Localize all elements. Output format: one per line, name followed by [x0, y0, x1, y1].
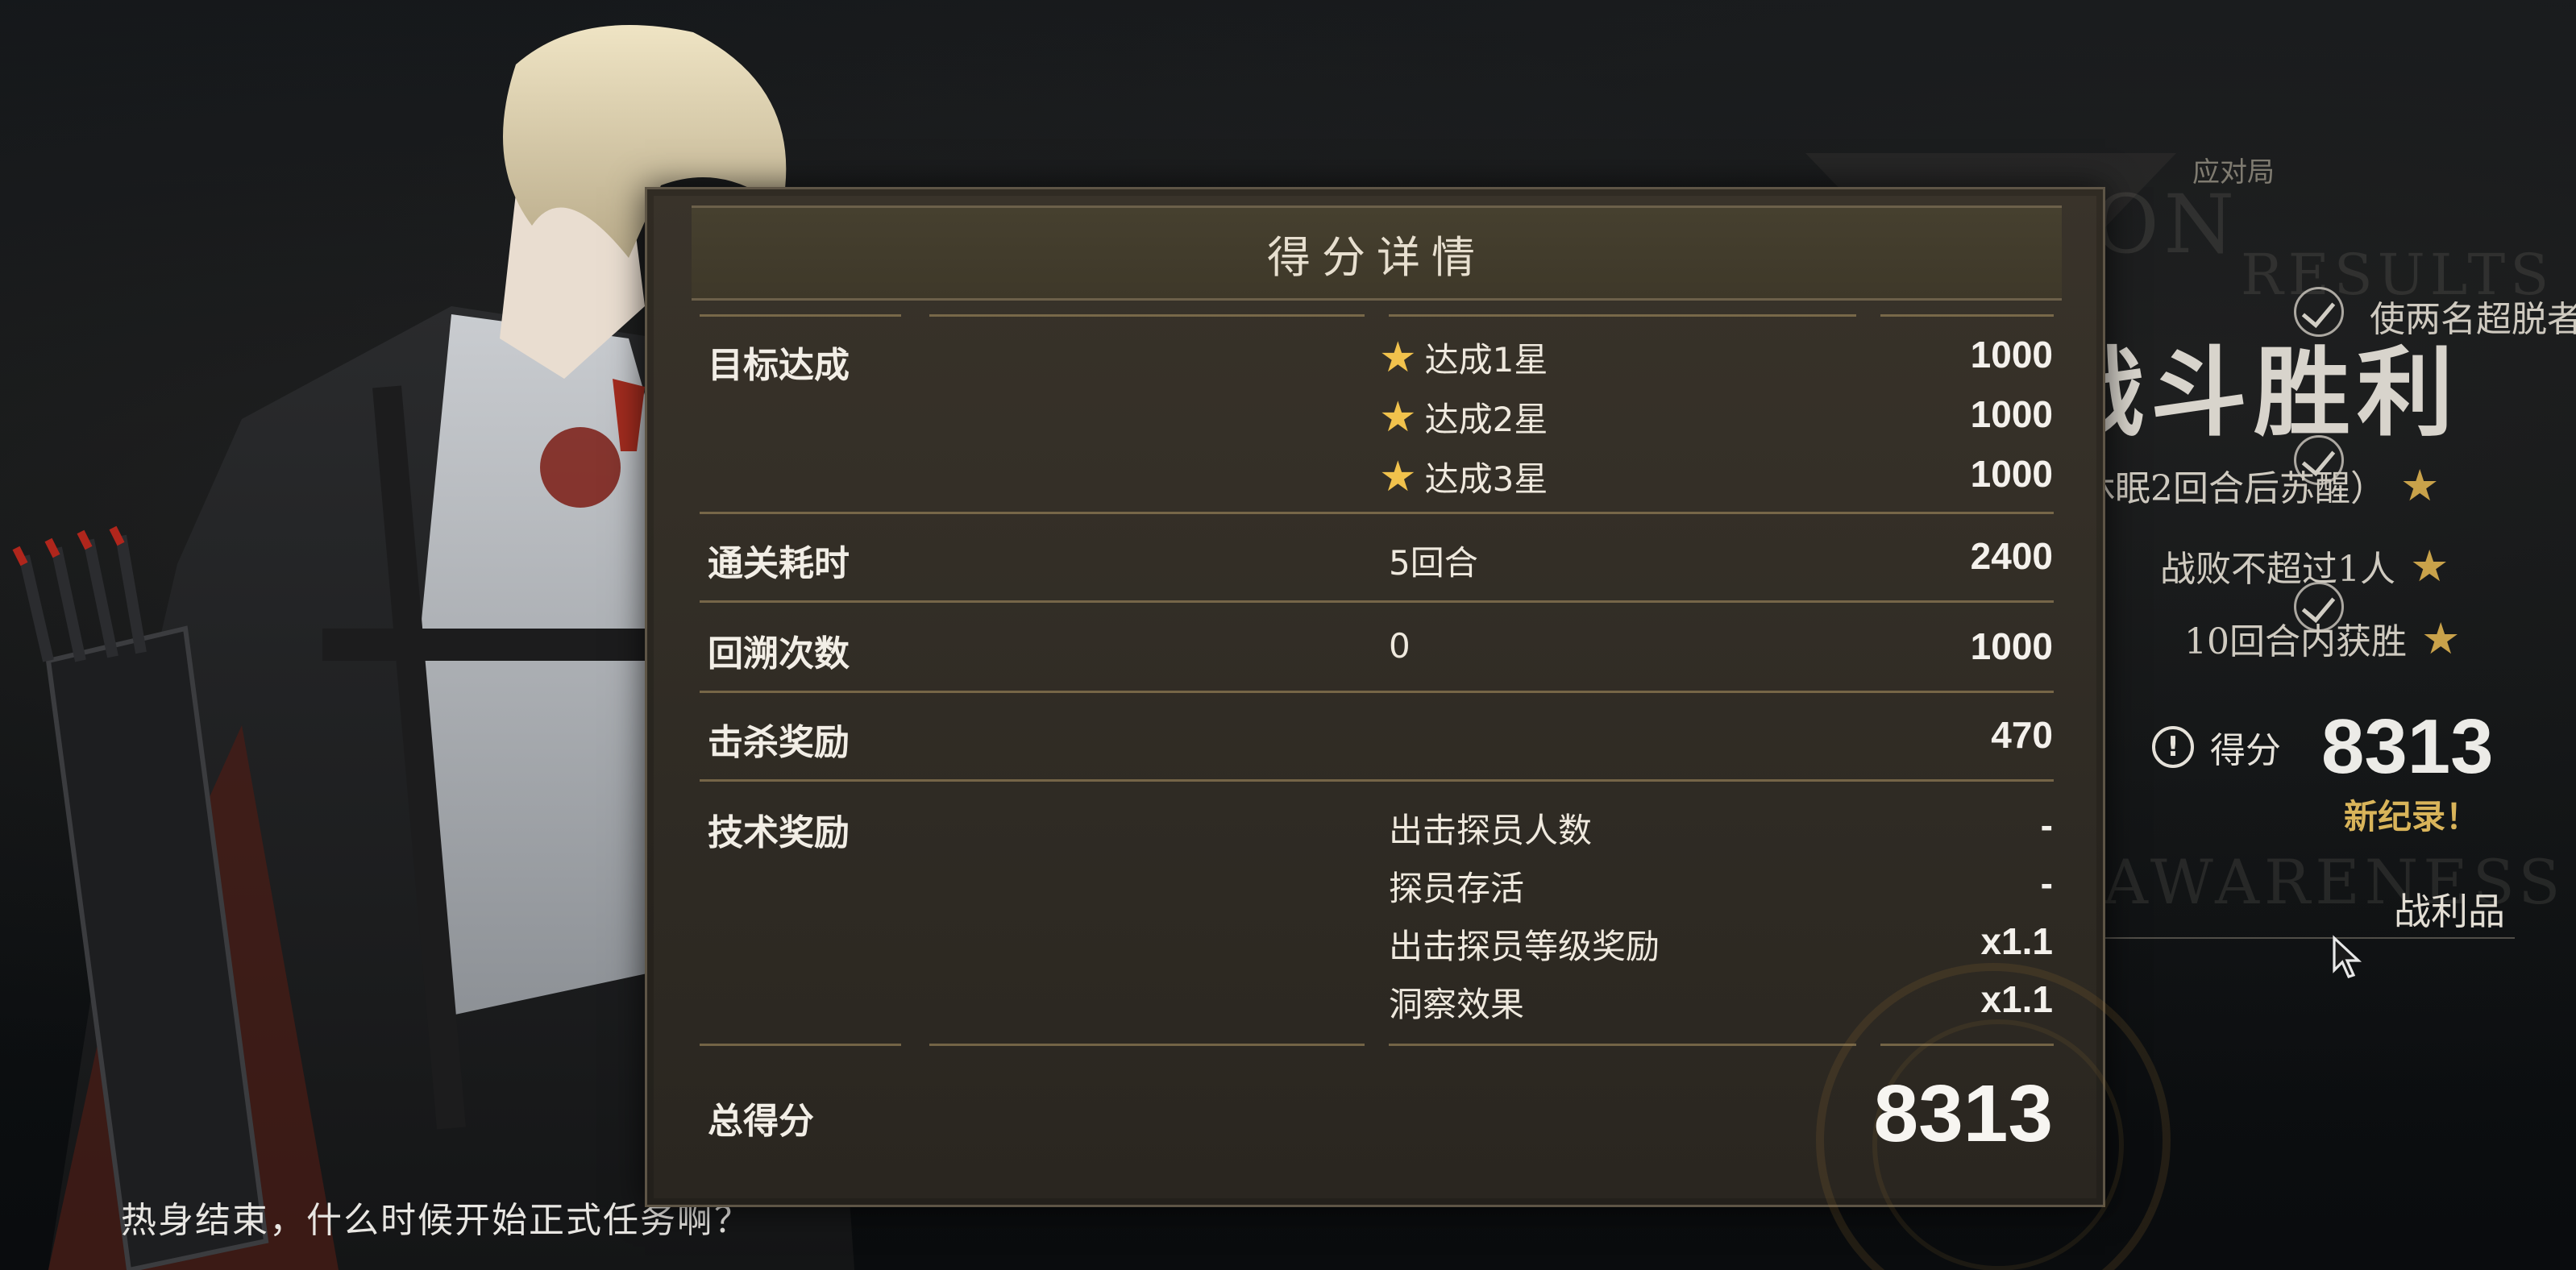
loot-divider — [2096, 937, 2515, 939]
row-item-text: 达成1星 — [1424, 340, 1548, 380]
objective-star-1: ★ 达成1星 — [1379, 333, 1548, 382]
score-value: 8313 — [2321, 703, 2494, 790]
row-label-kill-bonus: 击杀奖励 — [708, 722, 850, 763]
divider — [929, 314, 1365, 317]
star-icon: ★ — [2421, 612, 2461, 664]
row-item-text: 达成3星 — [1424, 459, 1548, 499]
row-item-text: 洞察效果 — [1389, 985, 1525, 1024]
divider — [1389, 314, 1856, 317]
row-item-value: - — [2040, 804, 2053, 846]
star-icon: ★ — [1379, 333, 1417, 382]
divider — [700, 600, 2054, 603]
row-label-clear-time: 通关耗时 — [708, 543, 850, 584]
objective-2: 战败不超过1人 ★ — [2160, 540, 2449, 591]
score-label: 得分 — [2210, 730, 2281, 771]
row-label-rewind-count: 回溯次数 — [708, 633, 850, 674]
divider — [700, 691, 2054, 693]
row-item-value: 1000 — [1970, 625, 2053, 667]
star-icon: ★ — [2400, 459, 2440, 511]
game-scene: MISSION RESULTS 应对局 战斗胜利 使两名超脱者 休眠2回合后苏醒… — [0, 0, 2576, 1270]
row-item-value: 1000 — [1970, 334, 2053, 376]
row-item-text: 0 — [1389, 626, 1411, 666]
divider — [929, 1044, 1365, 1046]
objective-1: 休眠2回合后苏醒） ★ — [2079, 459, 2439, 511]
row-item-text: 探员存活 — [1389, 869, 1525, 908]
divider — [700, 314, 901, 317]
row-item-value: 1000 — [1970, 453, 2053, 495]
total-score-value: 8313 — [1873, 1069, 2053, 1159]
modal-header: 得分详情 — [692, 205, 2062, 301]
check-icon — [2294, 287, 2344, 337]
divider — [1389, 1044, 1856, 1046]
row-item-value: - — [2040, 862, 2053, 904]
objective-text: 战败不超过1人 — [2160, 549, 2395, 590]
objective-3: 10回合内获胜 ★ — [2184, 612, 2460, 664]
star-icon: ★ — [1379, 392, 1417, 442]
objective-star-2: ★ 达成2星 — [1379, 392, 1548, 442]
row-item-text: 出击探员人数 — [1389, 811, 1593, 850]
objective-text: 使两名超脱者 — [2370, 299, 2576, 340]
objective-0: 使两名超脱者 — [2370, 290, 2576, 342]
divider — [1880, 1044, 2054, 1046]
row-item-value: 1000 — [1970, 393, 2053, 435]
row-item-text: 达成2星 — [1424, 400, 1548, 439]
divider — [700, 512, 2054, 514]
row-item-value: x1.1 — [1980, 920, 2053, 962]
objective-star-3: ★ 达成3星 — [1379, 452, 1548, 501]
row-item-value: 2400 — [1970, 535, 2053, 577]
divider — [700, 779, 2054, 782]
info-icon[interactable]: ! — [2152, 726, 2194, 768]
loot-button[interactable]: 战利品 — [2394, 882, 2505, 936]
row-item-text: 出击探员等级奖励 — [1389, 927, 1660, 966]
objective-text: 10回合内获胜 — [2184, 621, 2407, 662]
total-score-label: 总得分 — [708, 1101, 814, 1142]
new-record-label: 新纪录！ — [2344, 797, 2480, 836]
modal-title: 得分详情 — [1267, 231, 1486, 283]
score-detail-modal: 得分详情 目标达成 ★ 达成1星 1000 ★ 达成2星 1000 ★ 达成3星… — [645, 187, 2171, 1270]
row-label-objectives: 目标达成 — [708, 345, 850, 386]
score-line: ! 得分 — [2152, 721, 2281, 773]
objective-text: 休眠2回合后苏醒） — [2079, 468, 2386, 509]
results-subtitle: 应对局 — [2192, 156, 2275, 189]
row-item-text: 5回合 — [1389, 543, 1478, 583]
row-item-value: x1.1 — [1980, 978, 2053, 1020]
row-label-tech-bonus: 技术奖励 — [708, 812, 850, 853]
row-item-value: 470 — [1991, 714, 2053, 756]
divider — [700, 1044, 901, 1046]
star-icon: ★ — [1379, 452, 1417, 501]
divider — [1880, 314, 2054, 317]
star-icon: ★ — [2410, 540, 2449, 591]
